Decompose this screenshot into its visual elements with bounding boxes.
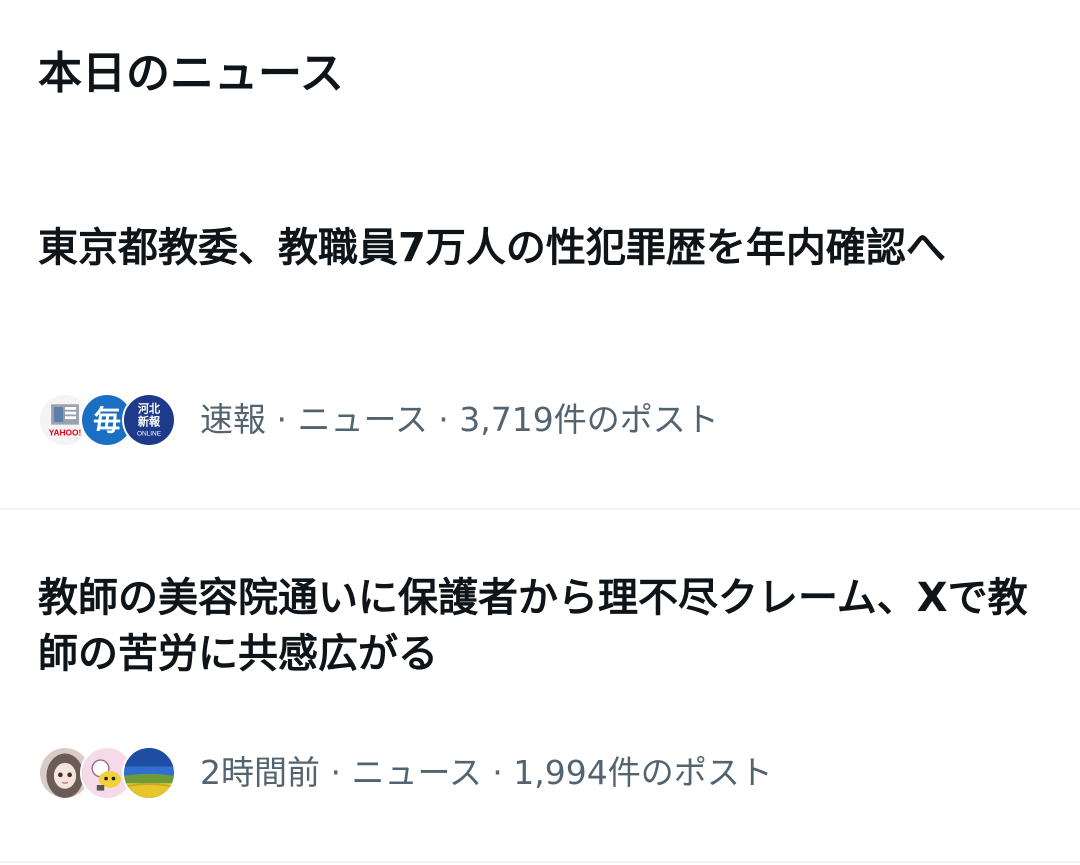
news-meta: 速報 · ニュース · 3,719件のポスト (200, 400, 719, 439)
yahoo-logo-text: YAHOO! (49, 428, 82, 438)
landscape-avatar-icon (122, 746, 176, 800)
news-meta-row: YAHOO! 毎 河北 新報 ONLINE 速報 · ニュース · 3,719件… (38, 390, 719, 450)
kahoku-shimpo-logo-icon: 河北 新報 ONLINE (122, 393, 176, 447)
mainichi-logo-text: 毎 (93, 404, 121, 437)
divider (0, 861, 1080, 863)
source-avatars: YAHOO! 毎 河北 新報 ONLINE (38, 390, 178, 450)
kahoku-logo-line1: 河北 (138, 402, 161, 416)
kahoku-logo-line2: 新報 (138, 415, 161, 429)
user-avatars (38, 743, 178, 803)
news-headline[interactable]: 教師の美容院通いに保護者から理不尽クレーム、Xで教師の苦労に共感広がる (38, 570, 1038, 682)
news-headline[interactable]: 東京都教委、教職員7万人の性犯罪歴を年内確認へ (38, 220, 1038, 276)
news-meta-row: 2時間前 · ニュース · 1,994件のポスト (38, 743, 773, 803)
kahoku-logo-line3: ONLINE (137, 431, 162, 438)
news-item[interactable]: 東京都教委、教職員7万人の性犯罪歴を年内確認へ YAHOO! 毎 河北 新報 O… (0, 220, 1080, 510)
section-title: 本日のニュース (38, 48, 344, 99)
news-meta: 2時間前 · ニュース · 1,994件のポスト (200, 753, 773, 792)
news-item[interactable]: 教師の美容院通いに保護者から理不尽クレーム、Xで教師の苦労に共感広がる 2時間前… (0, 510, 1080, 865)
